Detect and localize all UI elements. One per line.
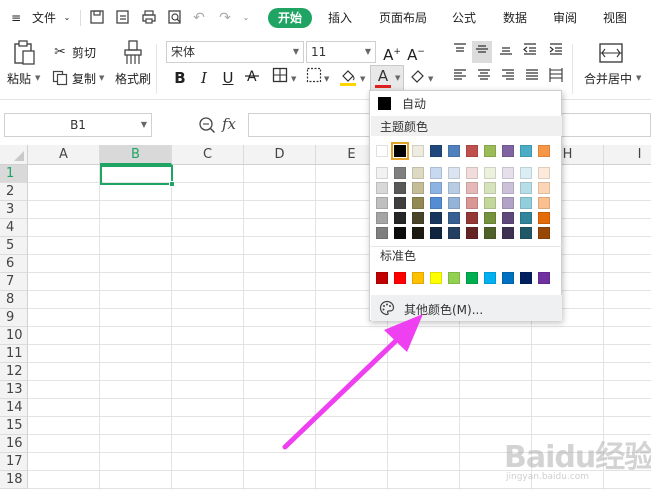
watermark-url: jingyan.baidu.com (506, 472, 590, 482)
watermark-brand: Baidu经验 (504, 440, 651, 475)
annotation-arrow (282, 314, 423, 450)
baidu-watermark: Baidu经验 jingyan.baidu.com (500, 430, 651, 490)
